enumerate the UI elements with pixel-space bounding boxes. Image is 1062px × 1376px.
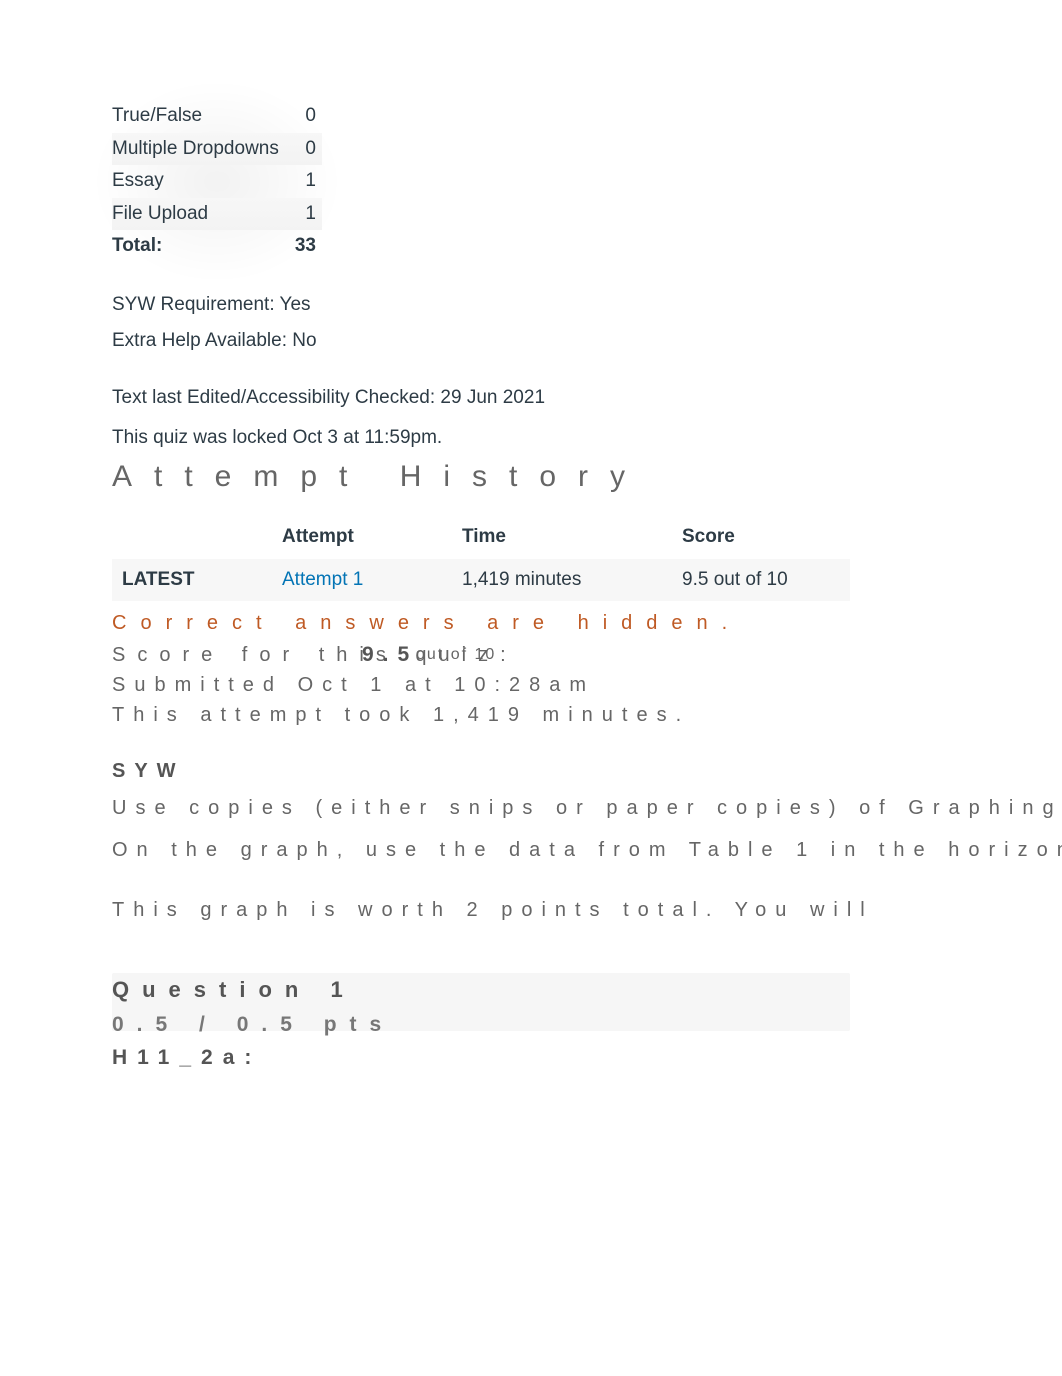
- summary-label: Total:: [112, 230, 285, 263]
- summary-table: True/False 0 Multiple Dropdowns 0 Essay …: [112, 100, 322, 263]
- question-code: H11_2a:: [112, 1043, 1062, 1072]
- summary-row-multiple-dropdowns: Multiple Dropdowns 0: [112, 133, 322, 166]
- question-type-summary: True/False 0 Multiple Dropdowns 0 Essay …: [112, 100, 322, 263]
- summary-label: Multiple Dropdowns: [112, 133, 285, 166]
- summary-count: 33: [285, 230, 322, 263]
- history-latest: LATEST: [112, 559, 272, 602]
- summary-count: 0: [285, 100, 322, 133]
- meta-block: SYW Requirement: Yes Extra Help Availabl…: [112, 292, 1062, 355]
- summary-label: File Upload: [112, 198, 285, 231]
- history-header-attempt: Attempt: [272, 516, 452, 559]
- attempt-history-heading: Attempt History: [112, 456, 1062, 498]
- history-header-score: Score: [672, 516, 850, 559]
- score-outof: out of 10: [416, 644, 496, 666]
- history-header-time: Time: [452, 516, 672, 559]
- summary-row-truefalse: True/False 0: [112, 100, 322, 133]
- summary-count: 1: [285, 198, 322, 231]
- instructions-para-2: On the graph, use the data from Table 1 …: [112, 835, 1062, 865]
- syw-requirement: SYW Requirement: Yes: [112, 292, 1062, 319]
- instructions-para-1: Use copies (either snips or paper copies…: [112, 793, 1062, 823]
- question-points: 0.5 / 0.5 pts: [112, 1008, 850, 1041]
- summary-count: 1: [285, 165, 322, 198]
- summary-row-essay: Essay 1: [112, 165, 322, 198]
- history-time: 1,419 minutes: [452, 559, 672, 602]
- quiz-locked: This quiz was locked Oct 3 at 11:59pm.: [112, 425, 1062, 452]
- history-score: 9.5 out of 10: [672, 559, 850, 602]
- syw-heading: SYW: [112, 757, 1062, 785]
- history-header-row: Attempt Time Score: [112, 516, 850, 559]
- extra-help: Extra Help Available: No: [112, 328, 1062, 355]
- question-1-block: Question 1 0.5 / 0.5 pts H11_2a:: [112, 973, 1062, 1073]
- attempt-history-table: Attempt Time Score LATEST Attempt 1 1,41…: [112, 516, 850, 601]
- score-line: Score for this quiz: 9.5 out of 10: [112, 641, 1062, 669]
- summary-label: True/False: [112, 100, 285, 133]
- question-title: Question 1: [112, 973, 850, 1008]
- submitted-time: Submitted Oct 1 at 10:28am: [112, 671, 1062, 699]
- last-edited: Text last Edited/Accessibility Checked: …: [112, 385, 1062, 412]
- summary-count: 0: [285, 133, 322, 166]
- summary-label: Essay: [112, 165, 285, 198]
- summary-row-file-upload: File Upload 1: [112, 198, 322, 231]
- history-data-row: LATEST Attempt 1 1,419 minutes 9.5 out o…: [112, 559, 850, 602]
- summary-row-total: Total: 33: [112, 230, 322, 263]
- score-value: 9.5: [362, 640, 418, 669]
- history-header-blank: [112, 516, 272, 559]
- attempt-history-table-wrap: Attempt Time Score LATEST Attempt 1 1,41…: [112, 516, 850, 601]
- attempt-link[interactable]: Attempt 1: [282, 569, 363, 590]
- history-attempt-cell: Attempt 1: [272, 559, 452, 602]
- attempt-duration: This attempt took 1,419 minutes.: [112, 701, 1062, 729]
- correct-answers-hidden: Correct answers are hidden.: [112, 607, 1062, 639]
- instructions-para-3: This graph is worth 2 points total. You …: [112, 895, 1062, 925]
